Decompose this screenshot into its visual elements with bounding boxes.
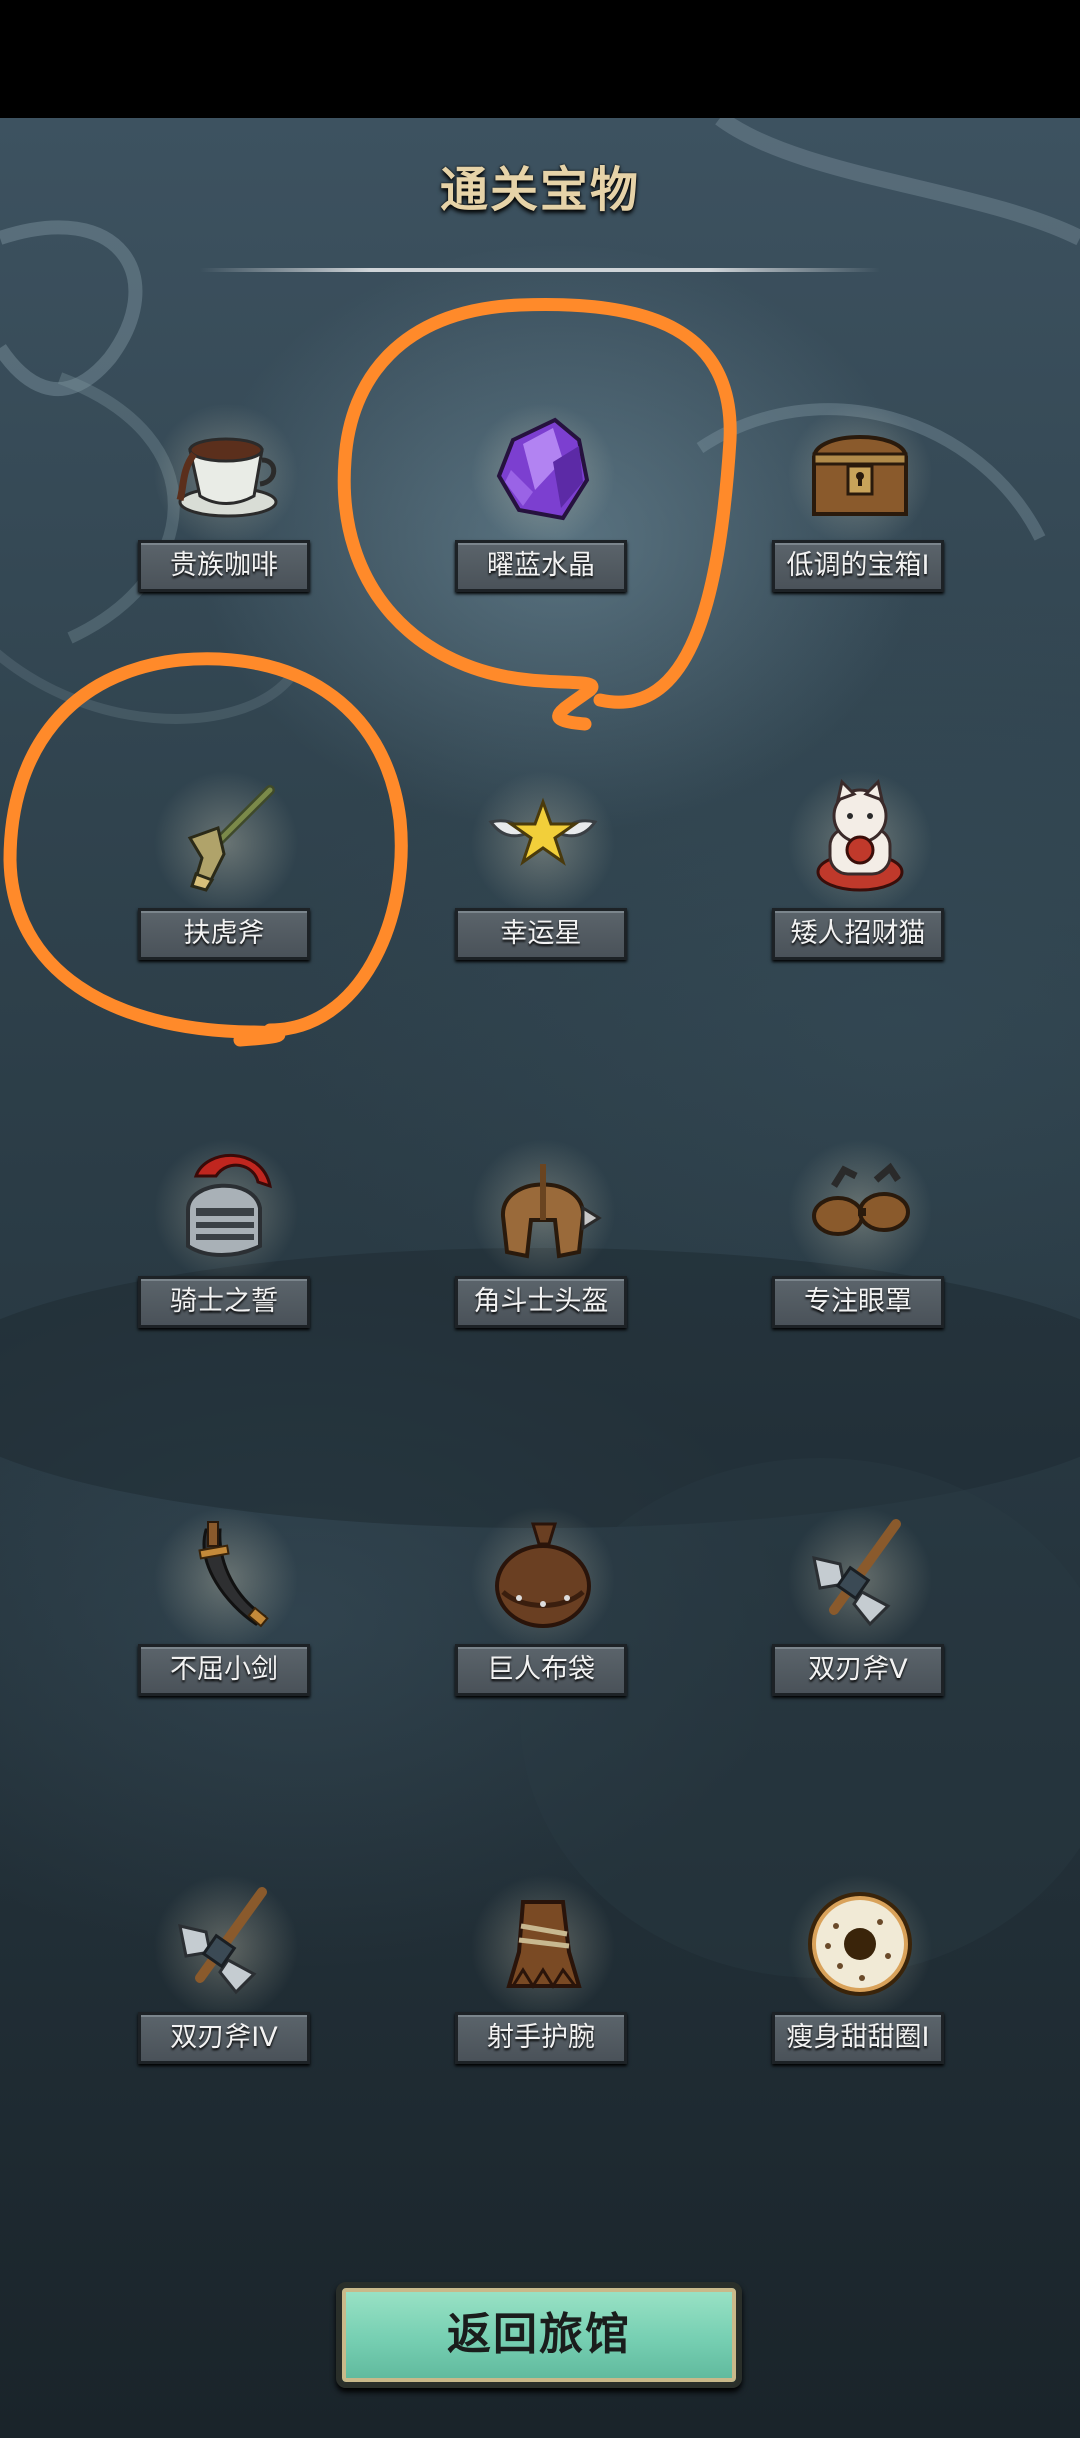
treasure-item[interactable]: 低调的宝箱I [770,400,950,600]
treasure-item[interactable]: 矮人招财猫 [770,768,950,968]
tiger-axe-icon [187,785,275,892]
coffee-cup-icon [176,437,278,518]
double-axe-icon [178,1887,267,1995]
short-sword-icon [198,1521,269,1628]
item-label: 射手护腕 [455,2012,627,2064]
treasure-item[interactable]: 骑士之誓 [136,1136,316,1336]
treasure-item[interactable]: 曜蓝水晶 [453,400,633,600]
treasure-item[interactable]: 幸运星 [453,768,633,968]
purple-crystal-icon [496,417,590,521]
status-bar [0,0,1080,118]
item-label: 双刃斧IV [138,2012,310,2064]
item-label: 角斗士头盔 [455,1276,627,1328]
item-label: 扶虎斧 [138,908,310,960]
item-label: 骑士之誓 [138,1276,310,1328]
item-label: 瘦身甜甜圈I [772,2012,944,2064]
lucky-cat-icon [816,779,904,892]
winged-star-icon [488,797,598,866]
page-title: 通关宝物 [439,162,640,218]
cloth-sack-icon [495,1522,591,1628]
treasure-item[interactable]: 不屈小剑 [136,1504,316,1704]
archer-bracer-icon [506,1900,582,1989]
item-label: 贵族咖啡 [138,540,310,592]
knight-helmet-icon [186,1154,272,1257]
gladiator-helmet-icon [500,1164,602,1259]
treasure-item[interactable]: 瘦身甜甜圈I [770,1872,950,2072]
item-label: 低调的宝箱I [772,540,944,592]
item-label: 矮人招财猫 [772,908,944,960]
treasure-item[interactable]: 扶虎斧 [136,768,316,968]
item-label: 曜蓝水晶 [455,540,627,592]
donut-icon [808,1892,912,1996]
item-label: 巨人布袋 [455,1644,627,1696]
item-label: 专注眼罩 [772,1276,944,1328]
treasure-item[interactable]: 双刃斧IV [136,1872,316,2072]
treasure-item[interactable]: 射手护腕 [453,1872,633,2072]
item-label: 双刃斧V [772,1644,944,1696]
back-to-inn-button[interactable]: 返回旅馆 [336,2282,742,2388]
goggles-icon [812,1162,910,1236]
title-divider [200,268,880,272]
item-label: 幸运星 [455,908,627,960]
item-label: 不屈小剑 [138,1644,310,1696]
treasure-item[interactable]: 角斗士头盔 [453,1136,633,1336]
treasure-item[interactable]: 双刃斧V [770,1504,950,1704]
treasure-item[interactable]: 贵族咖啡 [136,400,316,600]
treasure-item[interactable]: 专注眼罩 [770,1136,950,1336]
treasure-chest-icon [811,435,909,516]
treasure-item[interactable]: 巨人布袋 [453,1504,633,1704]
double-axe-icon [812,1519,901,1627]
